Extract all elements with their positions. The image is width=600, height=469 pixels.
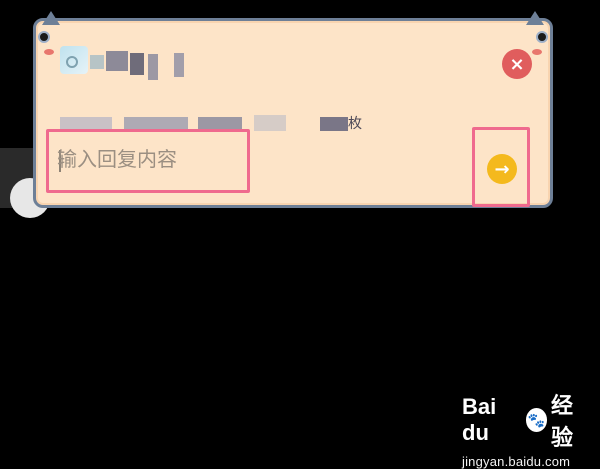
corner-pin-right xyxy=(536,31,548,43)
name-pixel xyxy=(174,53,184,77)
message-pixel xyxy=(320,117,348,131)
name-pixel xyxy=(90,55,104,69)
close-icon: × xyxy=(509,53,525,75)
send-button-highlight: → xyxy=(472,127,530,207)
name-pixel xyxy=(106,51,128,71)
watermark: Bai du 🐾 经验 jingyan.baidu.com xyxy=(462,388,590,469)
send-button[interactable]: → xyxy=(487,154,517,184)
name-pixel xyxy=(148,54,158,80)
name-pixel xyxy=(130,53,144,75)
dialog-ear-left xyxy=(42,11,60,29)
close-button[interactable]: × xyxy=(502,49,532,79)
reply-input-highlight xyxy=(46,129,250,193)
corner-dot-left xyxy=(44,49,54,55)
message-suffix: 枚 xyxy=(348,116,362,132)
avatar-icon xyxy=(66,56,78,68)
reply-input[interactable] xyxy=(57,146,237,174)
reply-dialog: 枚 × → xyxy=(33,11,553,208)
message-pixel xyxy=(124,117,188,129)
watermark-brand: Bai du xyxy=(462,394,497,445)
corner-dot-right xyxy=(532,49,542,55)
watermark-site: jingyan.baidu.com xyxy=(462,454,571,469)
paw-icon: 🐾 xyxy=(525,408,547,432)
watermark-service: 经验 xyxy=(550,393,573,450)
message-pixel xyxy=(198,117,242,129)
corner-pin-left xyxy=(38,31,50,43)
avatar[interactable] xyxy=(60,46,88,74)
arrow-right-icon: → xyxy=(494,158,510,180)
message-pixel xyxy=(254,115,286,131)
message-pixel xyxy=(60,117,112,129)
dialog-ear-right xyxy=(526,11,544,29)
